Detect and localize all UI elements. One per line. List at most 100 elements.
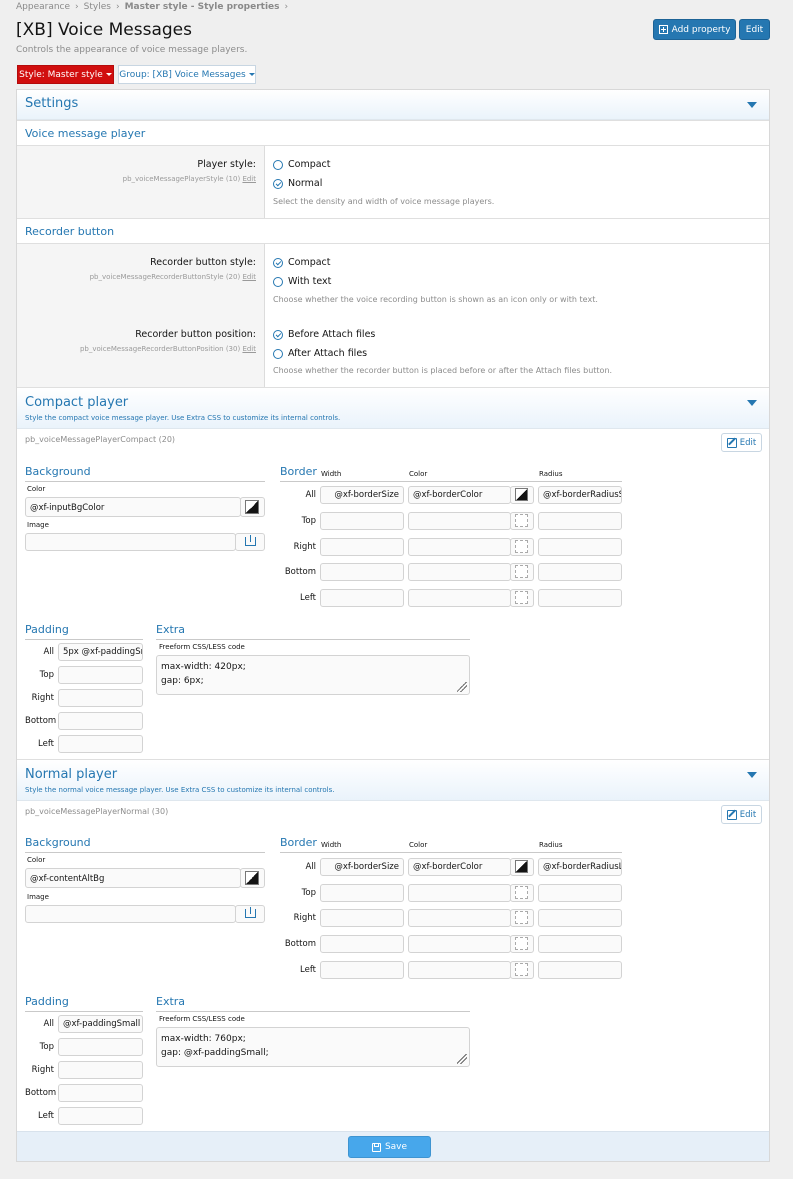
compact-border-right-width[interactable]	[320, 538, 404, 556]
padding-row-label: Right	[31, 1065, 54, 1075]
compact-border-top-width[interactable]	[320, 512, 404, 530]
normal-border-all-width[interactable]: @xf-borderSize	[320, 858, 404, 876]
radio-normal[interactable]: Normal	[273, 178, 322, 189]
compact-extra-css-textarea[interactable]: max-width: 420px; gap: 6px;	[156, 655, 470, 695]
compact-border-right-radius[interactable]	[538, 538, 622, 556]
normal-border-all-color-picker[interactable]	[510, 858, 534, 876]
normal-border-top-color[interactable]	[408, 884, 511, 902]
normal-padding-top[interactable]	[58, 1038, 143, 1056]
compact-border-left-radius[interactable]	[538, 589, 622, 607]
compact-border-bottom-color[interactable]	[408, 563, 511, 581]
style-properties-form: Settings Voice message player Player sty…	[16, 89, 770, 1162]
border-row-label: Right	[293, 913, 316, 923]
settings-header[interactable]: Settings	[17, 90, 769, 120]
padding-row-label: Top	[39, 670, 54, 680]
compact-border-all-color[interactable]: @xf-borderColor	[408, 486, 511, 504]
normal-border-left-radius[interactable]	[538, 961, 622, 979]
compact-padding-all[interactable]: 5px @xf-paddingSmall	[58, 643, 143, 661]
normal-border-bottom-color[interactable]	[408, 935, 511, 953]
resize-grip-icon[interactable]	[457, 682, 467, 692]
compact-bg-image-upload[interactable]	[235, 533, 265, 551]
radio-before-attach[interactable]: Before Attach files	[273, 329, 375, 340]
compact-border-bottom-radius[interactable]	[538, 563, 622, 581]
compact-border-top-radius[interactable]	[538, 512, 622, 530]
compact-bg-image-input[interactable]	[25, 533, 236, 551]
compact-padding-right[interactable]	[58, 689, 143, 707]
normal-border-bottom-color-picker[interactable]	[510, 935, 534, 953]
normal-border-right-color-picker[interactable]	[510, 909, 534, 927]
normal-border-right-width[interactable]	[320, 909, 404, 927]
normal-border-left-color[interactable]	[408, 961, 511, 979]
compact-border-all-color-picker[interactable]	[510, 486, 534, 504]
radio-checked-icon	[273, 178, 283, 189]
normal-border-top-width[interactable]	[320, 884, 404, 902]
recorder-style-property: pb_voiceMessageRecorderButtonStyle (20) …	[90, 273, 256, 281]
radio-compact[interactable]: Compact	[273, 159, 331, 170]
save-button[interactable]: Save	[348, 1136, 431, 1158]
compact-bg-color-picker[interactable]	[240, 497, 265, 517]
normal-bg-image-upload[interactable]	[235, 905, 265, 923]
compact-border-left-width[interactable]	[320, 589, 404, 607]
compact-border-right-color-picker[interactable]	[510, 538, 534, 556]
compact-player-title: Compact player	[25, 395, 129, 410]
normal-border-left-color-picker[interactable]	[510, 961, 534, 979]
property-edit-link[interactable]: Edit	[242, 273, 256, 281]
group-selector[interactable]: Group: [XB] Voice Messages	[118, 65, 256, 84]
compact-border-bottom-color-picker[interactable]	[510, 563, 534, 581]
normal-padding-left[interactable]	[58, 1107, 143, 1125]
normal-bg-color-input[interactable]: @xf-contentAltBg	[25, 868, 241, 888]
resize-grip-icon[interactable]	[457, 1054, 467, 1064]
compact-border-left-color-picker[interactable]	[510, 589, 534, 607]
compact-border-right-color[interactable]	[408, 538, 511, 556]
style-selector[interactable]: Style: Master style	[17, 65, 114, 84]
breadcrumb-style-properties[interactable]: Master style - Style properties	[125, 2, 280, 12]
compact-border-all-radius[interactable]: @xf-borderRadiusSmall	[538, 486, 622, 504]
radio-after-attach[interactable]: After Attach files	[273, 348, 367, 359]
normal-border-top-color-picker[interactable]	[510, 884, 534, 902]
normal-border-bottom-width[interactable]	[320, 935, 404, 953]
add-property-button[interactable]: Add property	[653, 19, 736, 40]
edit-group-button[interactable]: Edit	[739, 19, 770, 40]
normal-bg-image-input[interactable]	[25, 905, 236, 923]
add-property-label: Add property	[671, 24, 731, 35]
normal-padding-bottom[interactable]	[58, 1084, 143, 1102]
property-edit-link[interactable]: Edit	[242, 175, 256, 183]
normal-player-header[interactable]: Normal player Style the normal voice mes…	[17, 759, 769, 801]
compact-edit-button[interactable]: Edit	[721, 433, 762, 452]
compact-border-all-width[interactable]: @xf-borderSize	[320, 486, 404, 504]
compact-player-header[interactable]: Compact player Style the compact voice m…	[17, 387, 769, 429]
compact-border-bottom-width[interactable]	[320, 563, 404, 581]
normal-border-left-width[interactable]	[320, 961, 404, 979]
normal-border-all-radius[interactable]: @xf-borderRadiusLarge	[538, 858, 622, 876]
border-row-label: Bottom	[284, 939, 316, 949]
radio-recorder-with-text[interactable]: With text	[273, 276, 331, 287]
compact-border-left-color[interactable]	[408, 589, 511, 607]
compact-padding-left[interactable]	[58, 735, 143, 753]
radio-recorder-compact[interactable]: Compact	[273, 257, 331, 268]
normal-edit-button[interactable]: Edit	[721, 805, 762, 824]
normal-border-right-radius[interactable]	[538, 909, 622, 927]
normal-padding-all[interactable]: @xf-paddingSmall	[58, 1015, 143, 1033]
normal-border-all-color[interactable]: @xf-borderColor	[408, 858, 511, 876]
collapse-toggle-icon[interactable]	[747, 772, 757, 778]
normal-padding-right[interactable]	[58, 1061, 143, 1079]
compact-border-top-color-picker[interactable]	[510, 512, 534, 530]
compact-property-name: pb_voiceMessagePlayerCompact (20)	[25, 435, 176, 444]
compact-bg-color-input[interactable]: @xf-inputBgColor	[25, 497, 241, 517]
breadcrumb-styles[interactable]: Styles	[84, 2, 111, 12]
normal-border-bottom-radius[interactable]	[538, 935, 622, 953]
normal-bg-color-picker[interactable]	[240, 868, 265, 888]
compact-border-top-color[interactable]	[408, 512, 511, 530]
property-edit-link[interactable]: Edit	[242, 345, 256, 353]
normal-border-right-color[interactable]	[408, 909, 511, 927]
normal-border-top-radius[interactable]	[538, 884, 622, 902]
normal-extra-css-textarea[interactable]: max-width: 760px; gap: @xf-paddingSmall;	[156, 1027, 470, 1067]
compact-padding-top[interactable]	[58, 666, 143, 684]
collapse-toggle-icon[interactable]	[747, 400, 757, 406]
padding-row-label: Left	[38, 739, 54, 749]
width-column-header: Width	[321, 470, 342, 478]
form-footer: Save	[17, 1131, 769, 1161]
breadcrumb-appearance[interactable]: Appearance	[16, 2, 70, 12]
collapse-toggle-icon[interactable]	[747, 102, 757, 108]
compact-padding-bottom[interactable]	[58, 712, 143, 730]
